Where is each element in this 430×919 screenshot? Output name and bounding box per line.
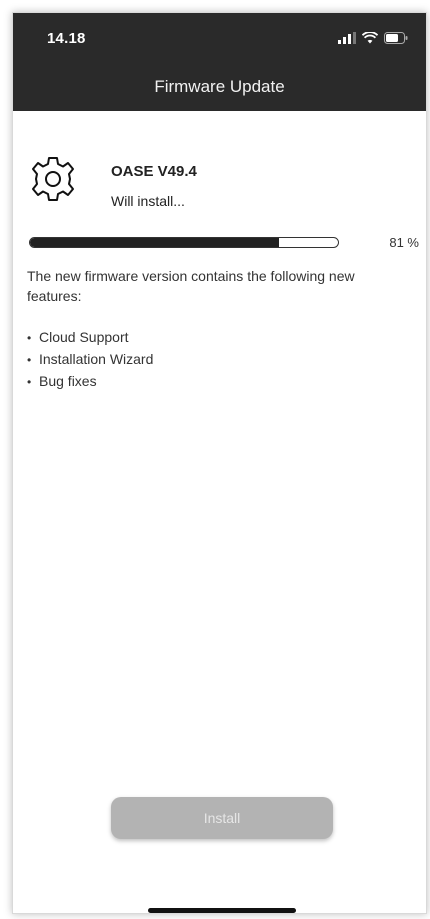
- progress-bar: [29, 237, 339, 248]
- progress-row: 81 %: [29, 235, 419, 253]
- top-bar: 14.18 Firmware Update: [13, 13, 426, 111]
- home-indicator[interactable]: [148, 908, 296, 913]
- list-item: • Installation Wizard: [27, 351, 154, 367]
- install-button[interactable]: Install: [111, 797, 333, 839]
- firmware-status: Will install...: [111, 193, 185, 209]
- list-item: • Bug fixes: [27, 373, 97, 389]
- battery-icon: [384, 32, 408, 44]
- firmware-header: OASE V49.4 Will install...: [27, 153, 414, 233]
- signal-icon: [338, 32, 356, 44]
- progress-fill: [30, 238, 280, 247]
- content: OASE V49.4 Will install... 81 % The new …: [27, 153, 419, 389]
- gear-icon: [27, 153, 79, 205]
- firmware-name: OASE V49.4: [111, 163, 197, 180]
- progress-percent: 81 %: [389, 235, 419, 250]
- description-text: The new firmware version contains the fo…: [27, 268, 355, 304]
- status-time: 14.18: [47, 30, 86, 47]
- status-bar: 14.18: [13, 13, 426, 57]
- feature-list: • Cloud Support • Installation Wizard • Bug…: [27, 327, 153, 393]
- status-icons: [338, 32, 408, 44]
- wifi-icon: [362, 32, 378, 44]
- page-title: Firmware Update: [154, 77, 285, 96]
- phone-screen: 14.18 Firmware Update OASE V49.4 Will in…: [12, 12, 427, 914]
- list-item: • Cloud Support: [27, 329, 129, 345]
